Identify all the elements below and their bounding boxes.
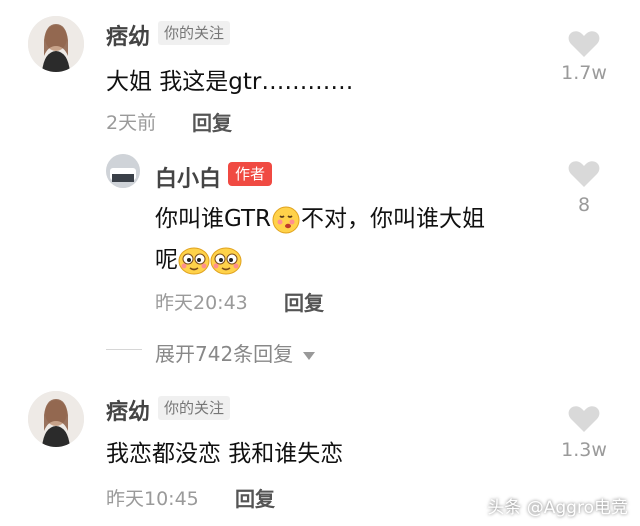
- emoji-icon: [210, 247, 242, 274]
- watermark: 头条 @Aggro电竞: [487, 498, 628, 518]
- heart-icon: [568, 31, 600, 57]
- heart-icon: [568, 161, 600, 187]
- avatar[interactable]: [106, 154, 140, 188]
- reply-button[interactable]: 回复: [235, 483, 275, 512]
- username[interactable]: 白小白: [155, 161, 221, 193]
- username[interactable]: 痞幼: [106, 394, 150, 426]
- like-count: 1.7w: [561, 62, 607, 84]
- comment-text-part: 不对，你叫谁大姐: [301, 206, 486, 232]
- username[interactable]: 痞幼: [106, 19, 150, 51]
- heart-icon: [568, 406, 600, 432]
- comment-text-line2: 呢: [155, 240, 242, 276]
- chevron-down-icon: [302, 351, 315, 360]
- author-tag: 作者: [228, 162, 273, 186]
- reply-button[interactable]: 回复: [284, 287, 324, 316]
- like-button[interactable]: 8: [554, 160, 614, 220]
- follow-tag: 你的关注: [158, 396, 231, 420]
- like-button[interactable]: 1.7w: [554, 28, 614, 88]
- expand-replies-label: 展开742条回复: [155, 342, 294, 366]
- avatar[interactable]: [28, 391, 84, 447]
- expand-replies-button[interactable]: 展开742条回复: [155, 338, 316, 367]
- comment-text-part: 呢: [155, 247, 178, 273]
- avatar[interactable]: [28, 16, 84, 72]
- like-button[interactable]: 1.3w: [554, 405, 614, 465]
- comment-text: 大姐 我这是gtr…………: [106, 69, 354, 95]
- like-count: 8: [577, 194, 591, 216]
- emoji-icon: [178, 247, 210, 274]
- expand-divider: [106, 349, 142, 350]
- emoji-icon: [272, 206, 300, 233]
- comment-text: 我恋都没恋 我和谁失恋: [106, 441, 344, 467]
- follow-tag: 你的关注: [158, 21, 231, 45]
- comment-time: 昨天20:43: [155, 292, 248, 314]
- comment-text: 你叫谁GTR 不对，你叫谁大姐: [155, 199, 485, 235]
- reply-button[interactable]: 回复: [192, 107, 232, 136]
- comment-time: 2天前: [106, 112, 157, 134]
- like-count: 1.3w: [561, 439, 607, 461]
- comment-time: 昨天10:45: [106, 488, 199, 510]
- comment-text-part: 你叫谁GTR: [155, 206, 272, 232]
